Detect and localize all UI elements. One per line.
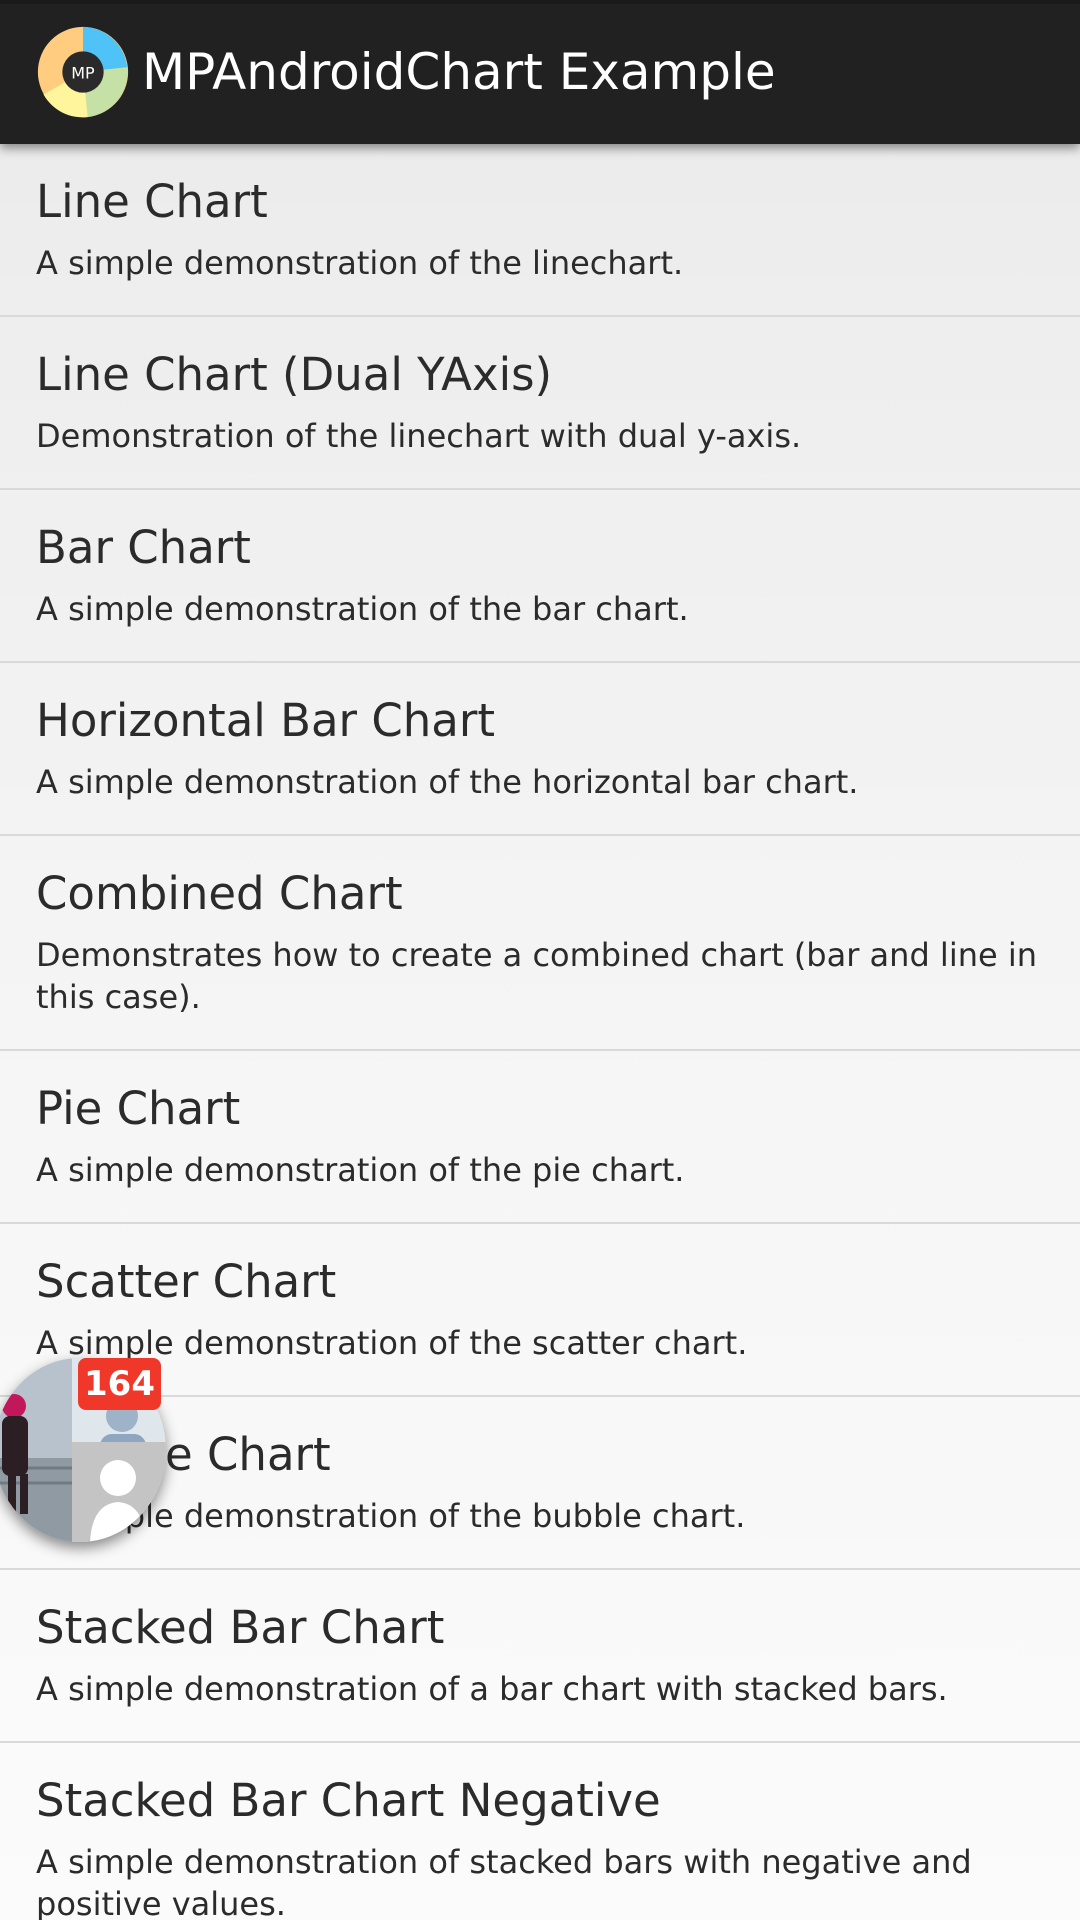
- list-item-description: A simple demonstration of the bubble cha…: [36, 1497, 746, 1535]
- list-item-title: Stacked Bar Chart: [36, 1601, 445, 1654]
- list-item-title: Stacked Bar Chart Negative: [36, 1774, 661, 1827]
- list-item-description: A simple demonstration of a bar chart wi…: [36, 1670, 948, 1708]
- list-item-title: Combined Chart: [36, 867, 403, 920]
- list-item-description: A simple demonstration of stacked bars w…: [36, 1843, 972, 1920]
- list-item-description: A simple demonstration of the bar chart.: [36, 590, 689, 628]
- list-item-line-chart-dual-yaxis[interactable]: Line Chart (Dual YAxis) Demonstration of…: [0, 317, 1080, 490]
- list-item-horizontal-bar-chart[interactable]: Horizontal Bar Chart A simple demonstrat…: [0, 663, 1080, 836]
- list-item-title: Horizontal Bar Chart: [36, 694, 495, 747]
- list-item-stacked-bar-chart-negative[interactable]: Stacked Bar Chart Negative A simple demo…: [0, 1743, 1080, 1920]
- list-item-description: A simple demonstration of the horizontal…: [36, 763, 859, 801]
- list-item-title: Bar Chart: [36, 521, 251, 574]
- list-item-title: Scatter Chart: [36, 1255, 337, 1308]
- list-item-description: Demonstrates how to create a combined ch…: [36, 936, 1038, 1016]
- list-item-title: Pie Chart: [36, 1082, 241, 1135]
- list-item-title: Bubble Chart: [36, 1428, 331, 1481]
- app-title: MPAndroidChart Example: [142, 43, 776, 101]
- app-logo-text: MP: [71, 64, 95, 83]
- status-strip: [0, 0, 1080, 4]
- list-item-stacked-bar-chart[interactable]: Stacked Bar Chart A simple demonstration…: [0, 1570, 1080, 1743]
- list-item-description: A simple demonstration of the pie chart.: [36, 1151, 685, 1189]
- list-item-title: Line Chart: [36, 175, 268, 228]
- list-item-description: Demonstration of the linechart with dual…: [36, 417, 802, 455]
- messenger-chat-head[interactable]: 164: [0, 1358, 166, 1542]
- list-item-bar-chart[interactable]: Bar Chart A simple demonstration of the …: [0, 490, 1080, 663]
- list-item-description: A simple demonstration of the linechart.: [36, 244, 684, 282]
- list-item-line-chart[interactable]: Line Chart A simple demonstration of the…: [0, 144, 1080, 317]
- list-item-combined-chart[interactable]: Combined Chart Demonstrates how to creat…: [0, 836, 1080, 1051]
- app-logo-icon: MP: [37, 26, 129, 118]
- list-item-pie-chart[interactable]: Pie Chart A simple demonstration of the …: [0, 1051, 1080, 1224]
- unread-count-badge: 164: [78, 1358, 161, 1410]
- list-item-title: Line Chart (Dual YAxis): [36, 348, 553, 401]
- chart-demo-list[interactable]: Line Chart A simple demonstration of the…: [0, 144, 1080, 1920]
- list-item-description: A simple demonstration of the scatter ch…: [36, 1324, 748, 1362]
- app-bar: MP MPAndroidChart Example: [0, 0, 1080, 144]
